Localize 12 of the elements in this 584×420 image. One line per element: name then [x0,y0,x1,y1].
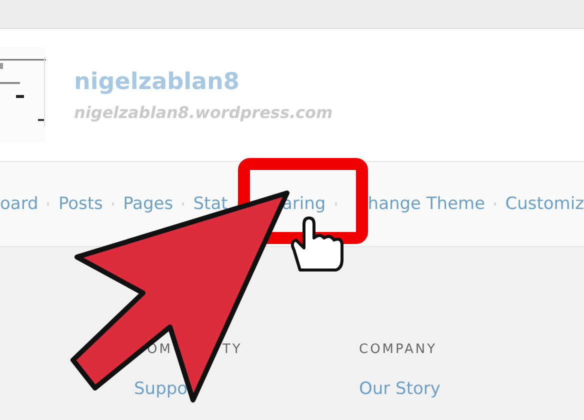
nav-link[interactable]: Customiz [505,194,584,214]
nav-link[interactable]: Pages [123,194,174,214]
column-heading: TY [222,342,242,357]
nav-link[interactable]: Posts [58,194,103,214]
column-heading: COMPANY [359,342,438,357]
footer-link[interactable]: Suppo [134,379,188,399]
nav-link[interactable]: oard [0,194,38,214]
nav-link[interactable]: hange Theme [368,194,486,214]
footer-link[interactable]: Our Story [359,379,440,399]
nav-link[interactable]: aring [282,194,326,214]
nav-link[interactable]: Stat [193,194,228,214]
site-title[interactable]: nigelzablan8 [74,68,333,94]
